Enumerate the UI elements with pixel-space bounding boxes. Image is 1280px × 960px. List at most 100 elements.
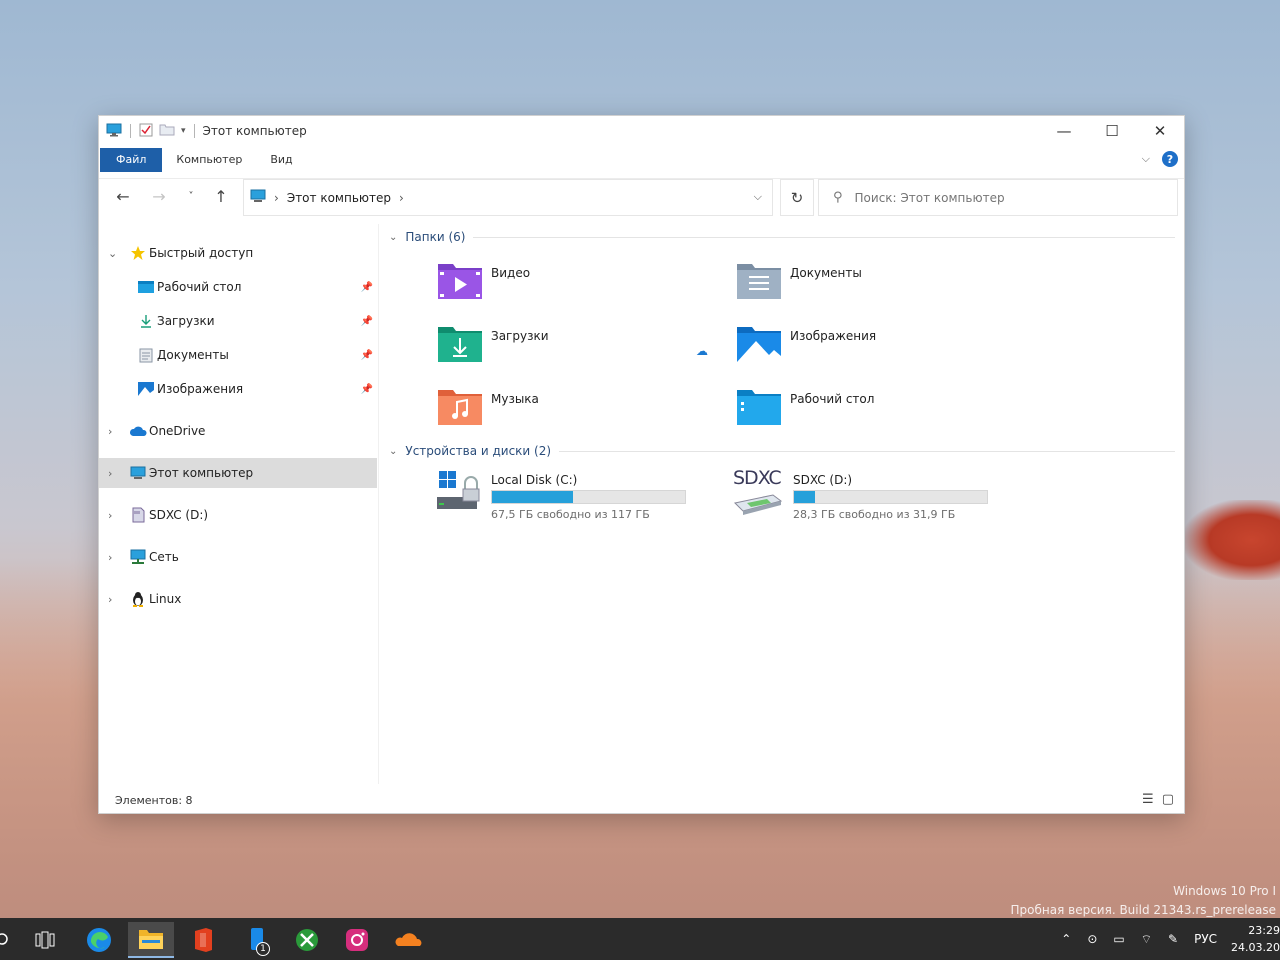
network-icon bbox=[129, 549, 147, 565]
expanded-chevron-icon[interactable]: ⌄ bbox=[108, 247, 117, 260]
music-folder-icon bbox=[437, 386, 483, 429]
collapsed-chevron-icon[interactable]: › bbox=[108, 467, 112, 480]
folder-label: Видео bbox=[491, 266, 531, 280]
pin-icon[interactable]: 📌 bbox=[361, 384, 373, 395]
sidebar-item-pictures[interactable]: Изображения 📌 bbox=[99, 374, 377, 404]
xbox-icon[interactable] bbox=[284, 922, 330, 958]
back-button[interactable]: ← bbox=[111, 187, 135, 206]
cloudflare-icon[interactable] bbox=[386, 922, 432, 958]
phone-app-icon[interactable]: 1 bbox=[234, 922, 280, 958]
details-view-icon[interactable]: ☰ bbox=[1142, 792, 1154, 807]
breadcrumb-separator-icon: › bbox=[398, 190, 404, 205]
taskbar: 1 ⌃ ⊙ ▭ ⌔ ✎ РУС 23:29 24.03.20 bbox=[0, 918, 1280, 960]
folder-videos[interactable]: Видео bbox=[437, 260, 530, 303]
sidebar-item-downloads[interactable]: Загрузки 📌 bbox=[99, 306, 377, 336]
system-tray: ⌃ ⊙ ▭ ⌔ ✎ РУС 23:29 24.03.20 bbox=[1045, 918, 1280, 960]
up-button[interactable]: ↑ bbox=[209, 187, 233, 206]
drives-group-header[interactable]: ⌄ Устройства и диски (2) bbox=[389, 444, 1175, 458]
sidebar-item-desktop[interactable]: Рабочий стол 📌 bbox=[99, 272, 377, 302]
folder-downloads[interactable]: Загрузки bbox=[437, 323, 549, 366]
search-input[interactable] bbox=[854, 190, 1135, 205]
maximize-button[interactable]: ☐ bbox=[1088, 116, 1136, 146]
collapsed-chevron-icon[interactable]: › bbox=[108, 509, 112, 522]
sidebar-item-onedrive[interactable]: › OneDrive bbox=[99, 416, 377, 446]
folder-label: Рабочий стол bbox=[790, 392, 875, 406]
title-bar: ▾ Этот компьютер — ☐ ✕ bbox=[99, 116, 1184, 146]
explorer-window: ▾ Этот компьютер — ☐ ✕ Файл Компьютер Ви… bbox=[98, 115, 1185, 814]
folder-music[interactable]: Музыка bbox=[437, 386, 539, 429]
search-box[interactable]: ⚲ bbox=[818, 179, 1178, 216]
file-explorer-icon[interactable] bbox=[128, 922, 174, 958]
drive-info: Local Disk (C:) 67,5 ГБ свободно из 117 … bbox=[491, 469, 686, 521]
search-icon: ⚲ bbox=[833, 190, 843, 205]
forward-button[interactable]: → bbox=[147, 187, 171, 206]
tab-computer[interactable]: Компьютер bbox=[162, 148, 256, 172]
clock[interactable]: 23:29 24.03.20 bbox=[1231, 922, 1280, 956]
close-button[interactable]: ✕ bbox=[1136, 116, 1184, 146]
drive-c[interactable]: Local Disk (C:) 67,5 ГБ свободно из 117 … bbox=[437, 469, 686, 521]
drive-free-space: 28,3 ГБ свободно из 31,9 ГБ bbox=[793, 508, 956, 521]
folder-documents[interactable]: Документы bbox=[736, 260, 862, 303]
tab-view[interactable]: Вид bbox=[256, 148, 306, 172]
task-view-icon[interactable] bbox=[22, 922, 68, 958]
folders-group-header[interactable]: ⌄ Папки (6) bbox=[389, 230, 1175, 244]
show-hidden-icons-icon[interactable]: ⌃ bbox=[1061, 932, 1071, 946]
customize-dropdown-icon[interactable]: ▾ bbox=[181, 126, 186, 136]
instagram-icon[interactable] bbox=[334, 922, 380, 958]
computer-icon bbox=[250, 189, 266, 206]
collapsed-chevron-icon[interactable]: › bbox=[108, 551, 112, 564]
computer-icon bbox=[106, 123, 122, 140]
expanded-chevron-icon: ⌄ bbox=[389, 445, 398, 457]
edge-browser-icon[interactable] bbox=[76, 922, 122, 958]
sidebar-item-label: Загрузки bbox=[157, 314, 215, 328]
expand-ribbon-icon[interactable]: ⌵ bbox=[1142, 152, 1150, 166]
window-controls: — ☐ ✕ bbox=[1040, 116, 1184, 146]
recent-locations-button[interactable]: ˅ bbox=[179, 191, 203, 202]
minimize-button[interactable]: — bbox=[1040, 116, 1088, 146]
quick-access-toolbar: ▾ bbox=[99, 123, 197, 140]
sidebar-item-label: Рабочий стол bbox=[157, 280, 242, 294]
sidebar-item-sdxc[interactable]: › SDXC (D:) bbox=[99, 500, 377, 530]
documents-folder-icon bbox=[736, 260, 782, 303]
cloud-icon bbox=[129, 423, 147, 439]
large-icons-view-icon[interactable]: ▢ bbox=[1162, 792, 1174, 807]
language-indicator[interactable]: РУС bbox=[1194, 932, 1217, 946]
sidebar-item-this-pc[interactable]: › Этот компьютер bbox=[99, 458, 377, 488]
tab-file[interactable]: Файл bbox=[100, 147, 163, 172]
sidebar-item-label: OneDrive bbox=[149, 424, 206, 438]
folder-pictures[interactable]: Изображения bbox=[736, 323, 876, 366]
pictures-icon bbox=[137, 381, 155, 397]
sidebar-item-linux[interactable]: › Linux bbox=[99, 584, 377, 614]
office-icon[interactable] bbox=[180, 922, 226, 958]
address-bar[interactable]: › Этот компьютер › ⌵ bbox=[243, 179, 773, 216]
drive-usage-bar bbox=[793, 490, 988, 504]
breadcrumb-this-pc[interactable]: Этот компьютер bbox=[287, 191, 391, 205]
battery-icon[interactable]: ▭ bbox=[1113, 932, 1124, 946]
pin-icon[interactable]: 📌 bbox=[361, 350, 373, 361]
ribbon-tabs: Файл Компьютер Вид ⌵ ? bbox=[99, 147, 1184, 172]
drive-d[interactable]: SDXC SDXC (D:) 28,3 ГБ свободно из 31,9 … bbox=[733, 467, 988, 521]
pen-icon[interactable]: ✎ bbox=[1168, 932, 1178, 946]
help-button[interactable]: ? bbox=[1162, 151, 1178, 167]
penguin-icon bbox=[129, 591, 147, 607]
window-title: Этот компьютер bbox=[202, 124, 307, 138]
pin-icon[interactable]: 📌 bbox=[361, 282, 373, 293]
new-folder-icon[interactable] bbox=[159, 123, 175, 139]
address-dropdown-icon[interactable]: ⌵ bbox=[754, 190, 762, 204]
sidebar-item-quick-access[interactable]: ⌄ Быстрый доступ bbox=[99, 238, 377, 268]
properties-icon[interactable] bbox=[139, 123, 153, 140]
refresh-button[interactable]: ↻ bbox=[780, 179, 814, 216]
documents-icon bbox=[137, 347, 155, 363]
sidebar-item-network[interactable]: › Сеть bbox=[99, 542, 377, 572]
wifi-icon[interactable]: ⌔ bbox=[1141, 932, 1152, 947]
expanded-chevron-icon: ⌄ bbox=[389, 231, 398, 243]
collapsed-chevron-icon[interactable]: › bbox=[108, 593, 112, 606]
cloud-status-icon: ☁ bbox=[696, 344, 708, 358]
sidebar-item-documents[interactable]: Документы 📌 bbox=[99, 340, 377, 370]
folder-desktop[interactable]: Рабочий стол bbox=[736, 386, 874, 429]
folders-group-title: Папки (6) bbox=[405, 230, 466, 244]
sidebar-item-label: Быстрый доступ bbox=[149, 246, 254, 260]
pin-icon[interactable]: 📌 bbox=[361, 316, 373, 327]
collapsed-chevron-icon[interactable]: › bbox=[108, 425, 112, 438]
meet-now-icon[interactable]: ⊙ bbox=[1087, 932, 1097, 946]
